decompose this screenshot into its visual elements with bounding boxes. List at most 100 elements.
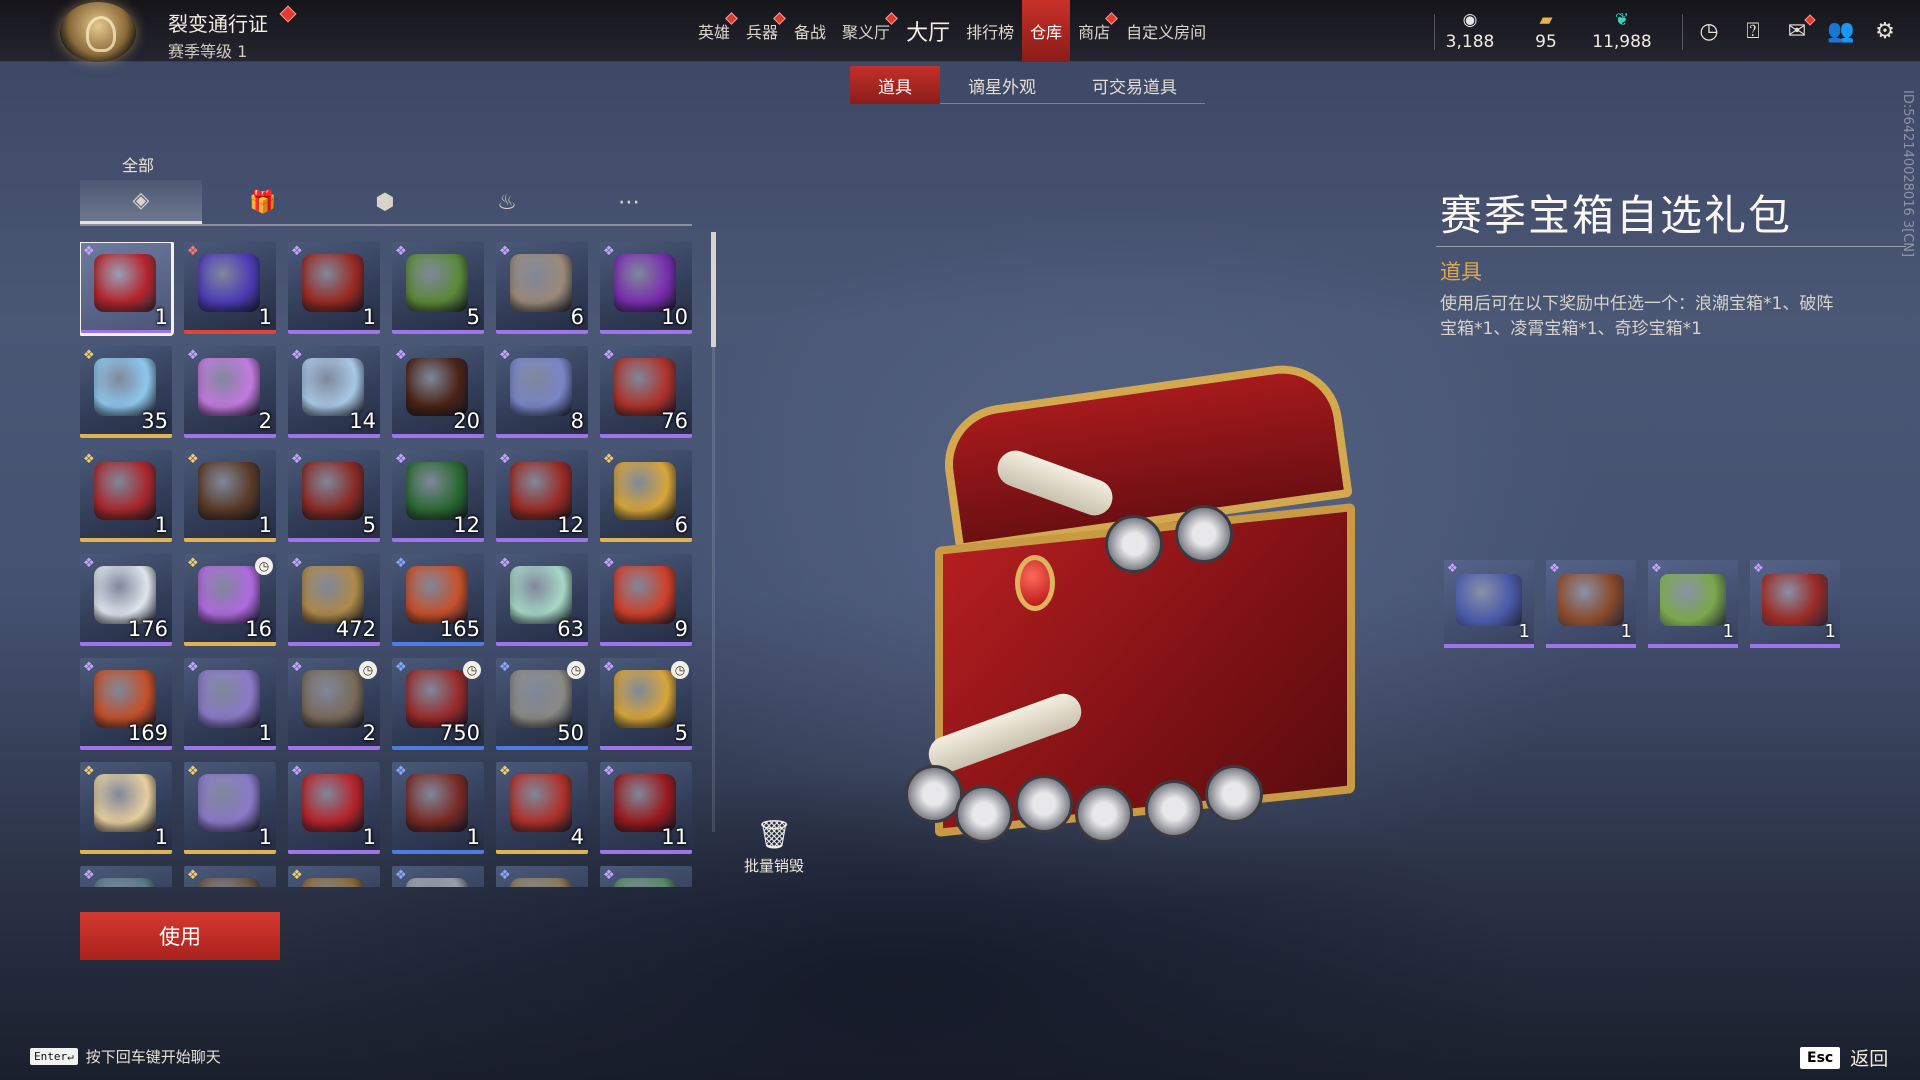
item-quantity: 472 [335, 617, 376, 641]
enter-key-icon: Enter↵ [30, 1048, 78, 1065]
mail-icon[interactable]: ✉ [1780, 14, 1816, 48]
currency-item[interactable]: ◉ 3,188 [1432, 0, 1508, 62]
inventory-slot[interactable]: ❖ [288, 866, 380, 887]
item-quantity: 2 [258, 409, 272, 433]
inventory-slot[interactable]: ❖ 1 [288, 242, 380, 334]
inventory-slot[interactable]: ❖ 176 [80, 554, 172, 646]
rarity-mark-icon: ❖ [395, 660, 407, 675]
item-icon [198, 566, 260, 624]
nav-item[interactable]: 排行榜 [958, 0, 1022, 62]
inventory-slot[interactable]: ❖ 12 [496, 450, 588, 542]
item-icon [198, 254, 260, 312]
inventory-slot[interactable]: ❖ 1 [392, 762, 484, 854]
history-icon[interactable]: ◷ [1692, 14, 1726, 48]
item-quantity: 2 [362, 721, 376, 745]
inventory-slot[interactable]: ❖ 9 [600, 554, 692, 646]
inventory-slot[interactable]: ❖ [496, 866, 588, 887]
reward-option[interactable]: ❖ 1 [1546, 560, 1636, 648]
batch-destroy-button[interactable]: 🗑 批量销毁 [740, 818, 808, 876]
item-quantity: 76 [661, 409, 688, 433]
back-button[interactable]: Esc 返回 [1800, 1044, 1888, 1071]
inventory-slot[interactable]: ❖ 5 [392, 242, 484, 334]
inventory-slot[interactable]: ❖ 14 [288, 346, 380, 438]
inventory-slot[interactable]: ❖ 20 [392, 346, 484, 438]
inventory-slot[interactable]: ❖ [392, 866, 484, 887]
item-quantity: 176 [127, 617, 168, 641]
inventory-slot[interactable]: ❖ ◷ 16 [184, 554, 276, 646]
category-tab[interactable]: 🎁 [202, 180, 324, 224]
item-icon [406, 254, 468, 312]
inventory-slot[interactable]: ❖ 1 [80, 762, 172, 854]
inventory-slot[interactable]: ❖ [80, 866, 172, 887]
rarity-mark-icon: ❖ [291, 452, 303, 467]
inventory-slot[interactable]: ❖ 10 [600, 242, 692, 334]
inventory-slot[interactable]: ❖ 1 [80, 242, 174, 336]
inventory-slot[interactable]: ❖ 4 [496, 762, 588, 854]
nav-item[interactable]: 大厅 [898, 0, 958, 62]
currency-item[interactable]: ▰ 95 [1508, 0, 1584, 62]
reward-option[interactable]: ❖ 1 [1648, 560, 1738, 648]
inventory-slot[interactable]: ❖ 1 [184, 762, 276, 854]
currency-item[interactable]: ❦ 11,988 [1584, 0, 1660, 62]
rarity-mark-icon: ❖ [187, 452, 199, 467]
inventory-slot[interactable]: ❖ [184, 866, 276, 887]
battle-pass-emblem[interactable] [60, 2, 136, 62]
rarity-mark-icon: ❖ [395, 452, 407, 467]
item-icon [302, 254, 364, 312]
inventory-slot[interactable]: ❖ 165 [392, 554, 484, 646]
scrollbar-thumb[interactable] [711, 232, 716, 347]
inventory-slot[interactable]: ❖ 6 [600, 450, 692, 542]
inventory-slot[interactable]: ❖ 11 [600, 762, 692, 854]
item-icon [94, 254, 156, 312]
nav-item[interactable]: 仓库 [1022, 0, 1071, 62]
item-icon [94, 462, 156, 520]
friends-icon[interactable]: 👥 [1824, 14, 1858, 48]
inventory-slot[interactable]: ❖ 2 [184, 346, 276, 438]
nav-item[interactable]: 聚义厅 [834, 0, 898, 62]
rarity-mark-icon: ❖ [291, 868, 303, 883]
inventory-slot[interactable]: ❖ 5 [288, 450, 380, 542]
category-tab[interactable]: ⬢ [324, 180, 446, 224]
inventory-slot[interactable]: ❖ 1 [80, 450, 172, 542]
rarity-mark-icon: ❖ [603, 556, 615, 571]
nav-item[interactable]: 英雄 [690, 0, 738, 62]
inventory-slot[interactable]: ❖ [600, 866, 692, 887]
inventory-slot[interactable]: ❖ 1 [184, 242, 276, 334]
inventory-slot[interactable]: ❖ 1 [184, 658, 276, 750]
subtab[interactable]: 谪星外观 [940, 66, 1064, 104]
inventory-slot[interactable]: ❖ 8 [496, 346, 588, 438]
subtab[interactable]: 可交易道具 [1064, 66, 1205, 104]
inventory-slot[interactable]: ❖ ◷ 5 [600, 658, 692, 750]
reward-option[interactable]: ❖ 1 [1444, 560, 1534, 648]
nav-item[interactable]: 商店 [1070, 0, 1118, 62]
category-tab[interactable]: ♨ [446, 180, 568, 224]
inventory-slot[interactable]: ❖ ◷ 2 [288, 658, 380, 750]
reward-option[interactable]: ❖ 1 [1750, 560, 1840, 648]
use-button[interactable]: 使用 [80, 912, 280, 960]
esc-key-icon: Esc [1800, 1046, 1841, 1069]
inventory-slot[interactable]: ❖ 6 [496, 242, 588, 334]
inventory-slot[interactable]: ❖ 1 [288, 762, 380, 854]
nav-item[interactable]: 自定义房间 [1118, 0, 1214, 62]
nav-item[interactable]: 备战 [786, 0, 834, 62]
nav-item[interactable]: 兵器 [738, 0, 786, 62]
item-category: 道具 [1440, 260, 1482, 284]
item-quantity: 6 [674, 513, 688, 537]
category-tab[interactable]: ◈ [80, 180, 202, 224]
inventory-slot[interactable]: ❖ 169 [80, 658, 172, 750]
inventory-slot[interactable]: ❖ 1 [184, 450, 276, 542]
inventory-slot[interactable]: ❖ 35 [80, 346, 172, 438]
battle-pass-title[interactable]: 裂变通行证 [168, 8, 268, 37]
subtab[interactable]: 道具 [850, 66, 940, 104]
inventory-slot[interactable]: ❖ 472 [288, 554, 380, 646]
item-icon [198, 878, 260, 887]
inventory-slot[interactable]: ❖ ◷ 750 [392, 658, 484, 750]
category-tab[interactable]: ⋯ [568, 180, 690, 224]
help-icon[interactable]: ⍰ [1736, 14, 1770, 48]
inventory-slot[interactable]: ❖ 12 [392, 450, 484, 542]
inventory-slot[interactable]: ❖ ◷ 50 [496, 658, 588, 750]
inventory-slot[interactable]: ❖ 63 [496, 554, 588, 646]
inventory-slot[interactable]: ❖ 76 [600, 346, 692, 438]
nav-item-label: 大厅 [906, 21, 951, 46]
settings-icon[interactable]: ⚙ [1868, 14, 1902, 48]
